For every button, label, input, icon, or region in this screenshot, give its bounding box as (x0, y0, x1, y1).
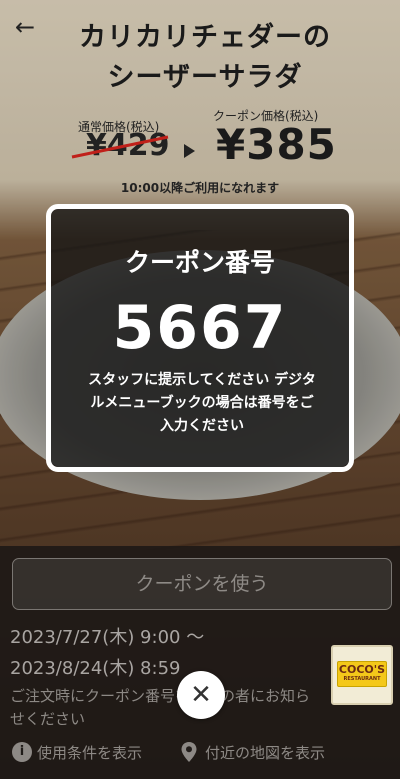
logo-text: COCO'S (338, 663, 386, 676)
validity-end: 2023/8/24(木) 8:59 (10, 658, 181, 679)
coupon-price: ¥385 (216, 120, 337, 169)
map-pin-icon[interactable] (180, 741, 198, 763)
close-button[interactable]: ✕ (177, 671, 225, 719)
info-icon[interactable]: i (12, 742, 32, 762)
validity-start: 2023/7/27(木) 9:00 〜 (10, 627, 205, 648)
order-note: ご注文時にクーポン番号をお店の者にお知らせください (10, 687, 311, 728)
coupon-instruction: スタッフに提示してください デジタルメニューブックの場合は番号をご入力ください (88, 372, 316, 434)
price-arrow-icon (184, 144, 195, 158)
back-arrow-icon: ← (14, 13, 36, 41)
title-line-1: カリカリチェダーの (79, 22, 331, 53)
back-button[interactable]: ← (12, 14, 38, 40)
coupon-number-title: クーポン番号 (124, 248, 275, 277)
use-coupon-button[interactable]: クーポンを使う (12, 558, 392, 610)
logo-badge: COCO'S RESTAURANT (337, 661, 387, 687)
coupon-number: 5667 (112, 293, 288, 363)
product-title: カリカリチェダーの シーザーサラダ (60, 18, 350, 98)
title-line-2: シーザーサラダ (107, 62, 303, 93)
close-icon: ✕ (190, 680, 212, 710)
coupon-number-card: クーポン番号 5667 スタッフに提示してください デジタルメニューブックの場合… (46, 204, 354, 472)
terms-link[interactable]: 使用条件を表示 (37, 742, 142, 763)
nearby-map-link[interactable]: 付近の地図を表示 (205, 742, 325, 763)
availability-note: 10:00以降ご利用になれます (120, 181, 280, 195)
strikethrough-line (71, 135, 169, 159)
logo-subtext: RESTAURANT (343, 676, 381, 682)
cocos-logo: COCO'S RESTAURANT (331, 645, 393, 705)
